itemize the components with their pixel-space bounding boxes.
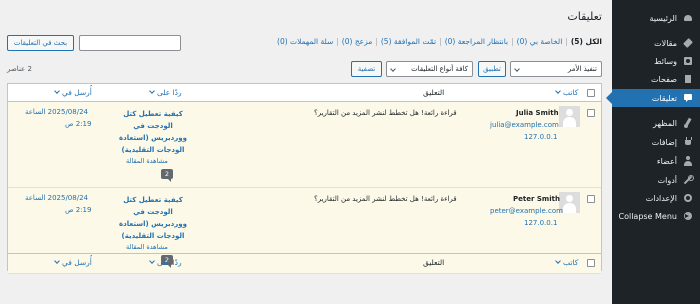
row-checkbox[interactable]: [587, 195, 595, 203]
filter-all[interactable]: الكل (5): [571, 37, 602, 46]
sidebar-item-media[interactable]: وسائط: [612, 52, 700, 70]
comment-time[interactable]: 2:19 ص: [65, 120, 91, 128]
apply-button[interactable]: تطبيق: [478, 61, 506, 77]
filter-approved[interactable]: تمّت الموافقة (5): [381, 37, 436, 46]
comment-time[interactable]: 2:19 ص: [65, 206, 91, 214]
sort-arrow-icon: [54, 258, 60, 264]
users-icon: [683, 156, 693, 166]
comments-table: كاتب التعليق ردًا على أُرسل في Julia Smi…: [7, 83, 602, 274]
author-email[interactable]: peter@example.com: [490, 207, 563, 215]
filter-pending[interactable]: بانتظار المراجعة (0): [445, 37, 508, 46]
sidebar-item-tools[interactable]: أدوات: [612, 171, 700, 189]
comments-icon: [683, 93, 693, 103]
comment-type-select[interactable]: كافة أنواع التعليقات: [386, 61, 473, 77]
comment-date[interactable]: 2025/08/24 الساعة: [25, 194, 88, 202]
sort-arrow-icon: [555, 258, 561, 264]
page-icon: [683, 74, 693, 84]
table-footer: كاتب التعليق ردًا على أُرسل في: [8, 253, 601, 271]
table-row: Julia Smith julia@example.com 127.0.0.1 …: [8, 102, 601, 188]
pin-icon: [683, 38, 693, 48]
select-all-checkbox[interactable]: [587, 89, 595, 97]
view-post-link[interactable]: مشاهدة المقالة: [126, 157, 168, 165]
brush-icon: [683, 118, 693, 128]
comment-date[interactable]: 2025/08/24 الساعة: [25, 108, 88, 116]
author-ip[interactable]: 127.0.0.1: [524, 219, 557, 227]
bulk-action-select[interactable]: تنفيذ الأمر: [510, 61, 602, 77]
sort-arrow-icon: [149, 258, 155, 264]
response-post-title[interactable]: كيفية تعطيل كتل الودجت في ووردبريس (استع…: [117, 108, 189, 156]
filter-button[interactable]: تصفية: [351, 61, 382, 77]
comment-count-bubble[interactable]: 2: [161, 169, 173, 182]
author-name: Peter Smith: [513, 195, 560, 203]
column-comment-header: التعليق: [423, 88, 445, 97]
sidebar-item-settings[interactable]: الإعدادات: [612, 189, 700, 207]
sort-arrow-icon: [54, 88, 60, 94]
response-post-title[interactable]: كيفية تعطيل كتل الودجت في ووردبريس (استع…: [117, 194, 189, 242]
table-header: كاتب التعليق ردًا على أُرسل في: [8, 84, 601, 102]
page-title: تعليقات: [567, 10, 602, 23]
sidebar-item-comments[interactable]: تعليقات: [606, 89, 700, 107]
avatar: [559, 106, 580, 127]
plugin-icon: [683, 137, 693, 147]
sort-date-link[interactable]: أُرسل في: [54, 88, 92, 97]
view-post-link[interactable]: مشاهدة المقالة: [126, 243, 168, 251]
collapse-icon: [683, 211, 693, 221]
select-all-checkbox-footer[interactable]: [587, 259, 595, 267]
filter-trash[interactable]: سلة المهملات (0): [277, 37, 333, 46]
author-ip[interactable]: 127.0.0.1: [524, 133, 557, 141]
admin-sidebar: الرئيسية مقالات وسائط صفحات تعليقات المظ…: [606, 0, 700, 304]
search-comments-button[interactable]: بحث في التعليقات: [7, 35, 74, 51]
sidebar-item-plugins[interactable]: إضافات: [612, 133, 700, 151]
main-content: تعليقات الكل (5) | الخاصة بي (0) | بانتظار…: [0, 0, 612, 304]
sort-response-link[interactable]: ردًا على: [149, 88, 182, 97]
author-name: Julia Smith: [516, 109, 559, 117]
dashboard-icon: [683, 13, 693, 23]
filter-mine[interactable]: الخاصة بي (0): [517, 37, 563, 46]
sidebar-item-dashboard[interactable]: الرئيسية: [612, 9, 700, 27]
sort-arrow-icon: [149, 88, 155, 94]
sort-arrow-icon: [555, 88, 561, 94]
search-input[interactable]: [79, 35, 181, 51]
media-icon: [683, 56, 693, 66]
row-checkbox[interactable]: [587, 109, 595, 117]
sort-author-link[interactable]: كاتب: [555, 88, 578, 97]
author-email[interactable]: julia@example.com: [490, 121, 559, 129]
comment-text: قراءة رائعة! هل تخطط لنشر المزيد من التق…: [314, 109, 457, 117]
sort-author-link-footer[interactable]: كاتب: [555, 258, 578, 267]
sort-response-link-footer[interactable]: ردًا على: [149, 258, 182, 267]
chevron-down-icon: [390, 66, 396, 72]
sort-date-link-footer[interactable]: أُرسل في: [54, 258, 92, 267]
status-filters: الكل (5) | الخاصة بي (0) | بانتظار المراجع…: [277, 37, 602, 46]
column-comment-footer: التعليق: [423, 258, 445, 267]
chevron-down-icon: [514, 66, 520, 72]
sidebar-item-posts[interactable]: مقالات: [612, 34, 700, 52]
tools-icon: [683, 175, 694, 185]
sidebar-item-appearance[interactable]: المظهر: [612, 114, 700, 132]
items-count: 2 عناصر: [7, 65, 32, 73]
filter-spam[interactable]: مزعج (0): [342, 37, 373, 46]
sidebar-item-users[interactable]: أعضاء: [612, 152, 700, 170]
sidebar-item-pages[interactable]: صفحات: [612, 70, 700, 88]
sidebar-collapse-menu[interactable]: Collapse Menu: [612, 207, 700, 225]
settings-icon: [683, 193, 693, 203]
comment-text: قراءة رائعة! هل تخطط لنشر المزيد من التق…: [314, 195, 457, 203]
